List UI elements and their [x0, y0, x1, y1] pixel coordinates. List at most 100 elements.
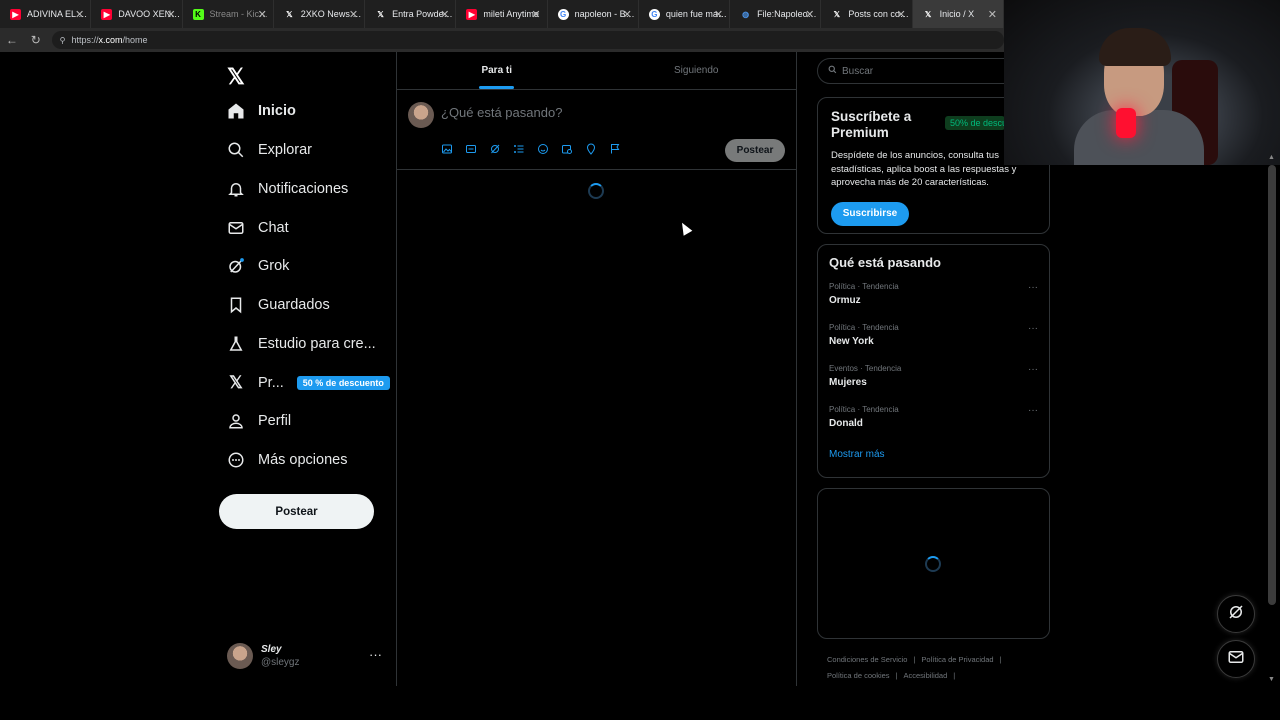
- x-logo-icon[interactable]: 𝕏: [227, 64, 245, 90]
- trends-card: Qué está pasando Política · Tendencia Or…: [817, 244, 1050, 478]
- messages-floating-button[interactable]: [1217, 640, 1255, 678]
- youtube-icon: ▶: [466, 8, 478, 20]
- browser-tab-bar: ▶ADIVINA EL JUEGO✕ ▶DAVOO XENEIZE✕ KStre…: [0, 0, 1004, 28]
- footer-link[interactable]: Política de cookies: [827, 671, 890, 680]
- google-icon: G: [557, 8, 569, 20]
- sidebar-item-explore[interactable]: Explorar: [227, 135, 312, 165]
- footer-link[interactable]: Accesibilidad: [904, 671, 948, 680]
- browser-tab[interactable]: ◍ File:Napoleon s ✕: [730, 0, 822, 28]
- person-icon: [227, 412, 245, 430]
- grok-icon: [227, 257, 245, 275]
- gif-icon[interactable]: [465, 143, 477, 155]
- image-icon[interactable]: [441, 143, 453, 155]
- bell-icon: [227, 180, 245, 198]
- more-icon[interactable]: ···: [1028, 323, 1038, 334]
- post-button[interactable]: Postear: [219, 494, 374, 529]
- close-icon[interactable]: ✕: [349, 8, 358, 21]
- home-icon: [227, 102, 245, 120]
- flag-icon[interactable]: [609, 143, 621, 155]
- poll-icon[interactable]: [513, 143, 525, 155]
- close-icon[interactable]: ✕: [75, 8, 84, 21]
- schedule-icon[interactable]: [561, 143, 573, 155]
- tab-for-you[interactable]: Para ti: [397, 52, 597, 89]
- streamer-shirt: [1074, 110, 1204, 165]
- more-icon[interactable]: ···: [1028, 364, 1038, 375]
- sidebar-item-premium[interactable]: 𝕏 Pr... 50 % de descuento: [227, 368, 390, 398]
- microphone: [1116, 108, 1136, 138]
- close-icon[interactable]: ✕: [440, 8, 449, 21]
- close-icon[interactable]: ✕: [896, 8, 905, 21]
- discount-badge: 50% de descuento: [945, 116, 1005, 130]
- scrollbar[interactable]: [1268, 165, 1276, 605]
- sidebar-item-chat[interactable]: Chat: [227, 213, 289, 243]
- search-icon: [828, 65, 837, 77]
- back-arrow-icon[interactable]: ←: [0, 33, 24, 47]
- scroll-up-icon[interactable]: ▲: [1268, 154, 1275, 161]
- trend-item[interactable]: Política · Tendencia Donald ···: [829, 405, 1038, 446]
- x-icon: 𝕏: [833, 9, 841, 19]
- bookmark-icon: [227, 296, 245, 314]
- browser-tab[interactable]: Gnapoleon - Buscar✕: [548, 0, 639, 28]
- close-icon[interactable]: ✕: [714, 8, 723, 21]
- loading-spinner: [588, 183, 604, 199]
- sidebar-item-more[interactable]: Más opciones: [227, 445, 347, 475]
- account-handle: @sleygz: [261, 657, 300, 668]
- avatar: [408, 102, 434, 128]
- compose-toolbar: [441, 143, 621, 155]
- footer-link[interactable]: Condiciones de Servicio: [827, 655, 907, 664]
- show-more-link[interactable]: Mostrar más: [829, 449, 1038, 460]
- youtube-icon: ▶: [101, 8, 113, 20]
- subscribe-button[interactable]: Suscribirse: [831, 201, 909, 226]
- x-icon: 𝕏: [229, 373, 243, 392]
- close-icon[interactable]: ✕: [805, 8, 814, 21]
- feed-tabs: Para ti Siguiendo: [397, 52, 796, 90]
- mail-icon: [1227, 648, 1245, 671]
- close-icon[interactable]: ✕: [166, 8, 175, 21]
- more-icon[interactable]: ···: [1028, 282, 1038, 293]
- grok-icon[interactable]: [489, 143, 501, 155]
- x-icon: 𝕏: [286, 9, 293, 19]
- x-icon: 𝕏: [924, 9, 932, 19]
- footer-link[interactable]: Política de Privacidad: [921, 655, 993, 664]
- sidebar-item-notifications[interactable]: Notificaciones: [227, 174, 348, 204]
- close-icon[interactable]: ✕: [258, 8, 267, 21]
- more-icon[interactable]: ···: [369, 647, 382, 662]
- browser-tab[interactable]: KStream - Kick Dashboard✕: [183, 0, 274, 28]
- grok-floating-button[interactable]: [1217, 595, 1255, 633]
- more-icon[interactable]: ···: [1028, 405, 1038, 416]
- trend-item[interactable]: Política · Tendencia Ormuz ···: [829, 282, 1038, 323]
- x-icon: 𝕏: [377, 9, 384, 19]
- browser-tab[interactable]: ▶DAVOO XENEIZE✕: [91, 0, 183, 28]
- sidebar-item-home[interactable]: Inicio: [227, 96, 296, 126]
- close-icon[interactable]: ✕: [531, 8, 540, 21]
- browser-tab[interactable]: 𝕏Entra Powder Jinx✕: [365, 0, 457, 28]
- trend-item[interactable]: Política · Tendencia New York ···: [829, 323, 1038, 364]
- sidebar-item-grok[interactable]: Grok: [227, 251, 289, 281]
- browser-tab-active[interactable]: 𝕏 Inicio / X ✕: [912, 0, 1004, 28]
- trend-item[interactable]: Eventos · Tendencia Mujeres ···: [829, 364, 1038, 405]
- reload-icon[interactable]: ↻: [24, 33, 48, 47]
- sidebar-item-creator-studio[interactable]: Estudio para cre...: [227, 329, 376, 359]
- browser-tab[interactable]: 𝕏2XKO News en X✕: [274, 0, 366, 28]
- browser-tab[interactable]: Gquien fue mas bajo✕: [639, 0, 731, 28]
- loading-spinner: [925, 556, 941, 572]
- streamer-hair: [1099, 28, 1171, 66]
- loading-card: [817, 488, 1050, 639]
- browser-tab[interactable]: 𝕏Posts con contenido✕: [821, 0, 913, 28]
- compose-post-button[interactable]: Postear: [725, 139, 785, 162]
- emoji-icon[interactable]: [537, 143, 549, 155]
- account-switcher[interactable]: Sley @sleygz ···: [227, 641, 387, 671]
- sidebar-item-profile[interactable]: Perfil: [227, 406, 291, 436]
- browser-tab[interactable]: ▶ADIVINA EL JUEGO✕: [0, 0, 92, 28]
- location-icon[interactable]: [585, 143, 597, 155]
- tab-following[interactable]: Siguiendo: [597, 52, 797, 89]
- compose-input[interactable]: ¿Qué está pasando?: [441, 105, 562, 120]
- browser-tab[interactable]: ▶ mileti Anytime ✕: [456, 0, 548, 28]
- webcam-overlay: [1004, 0, 1280, 165]
- address-bar[interactable]: ⚲ https://x.com/home: [51, 31, 1005, 49]
- close-icon[interactable]: ✕: [623, 8, 632, 21]
- sidebar-item-bookmarks[interactable]: Guardados: [227, 290, 330, 320]
- site-info-icon[interactable]: ⚲: [60, 36, 66, 45]
- scroll-down-icon[interactable]: ▼: [1268, 676, 1275, 683]
- close-icon[interactable]: ✕: [988, 8, 997, 21]
